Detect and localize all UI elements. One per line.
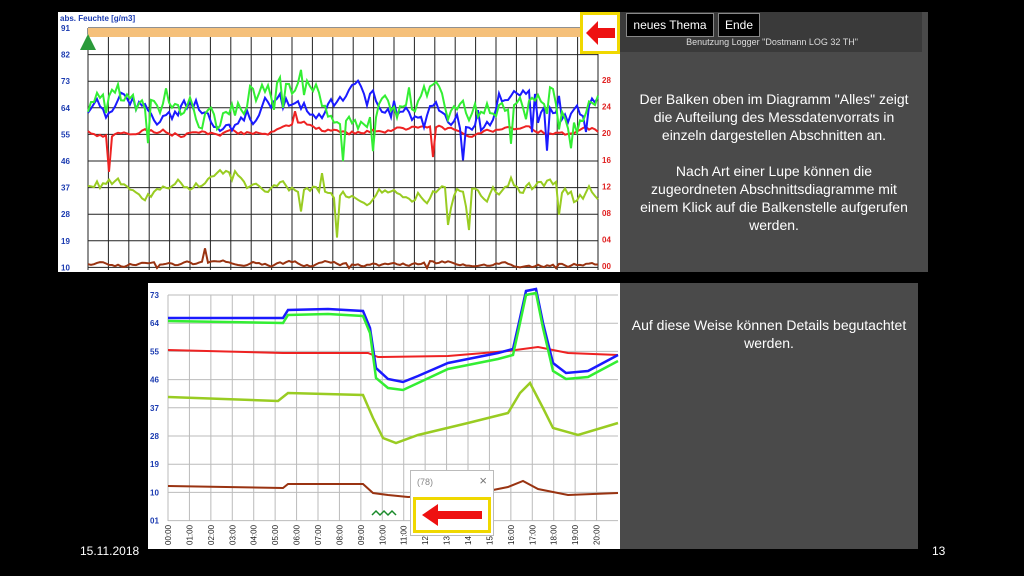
y2-tick-label: 28 — [602, 76, 611, 85]
time-tick-label: 17:00 — [528, 524, 537, 545]
y2-tick-label: 00 — [602, 262, 611, 271]
y-tick-label: 37 — [150, 404, 159, 413]
explanation-panel-bottom: Auf diese Weise können Details begutacht… — [620, 283, 918, 549]
temperature-series-red — [87, 111, 599, 172]
y-tick-label: 37 — [61, 184, 70, 193]
y-tick-label: 73 — [150, 291, 159, 300]
time-tick-label: 02:00 — [207, 524, 216, 545]
dewpoint-series-brown — [87, 248, 598, 271]
time-tick-label: 01:00 — [185, 524, 194, 545]
popup-close-icon[interactable]: × — [479, 473, 487, 488]
segment-popup[interactable]: (78) × — [410, 470, 494, 536]
time-tick-label: 00:00 — [164, 524, 173, 545]
popup-title: (78) — [417, 477, 434, 487]
time-tick-label: 04:00 — [250, 524, 259, 545]
time-tick-label: 16:00 — [507, 524, 516, 545]
time-tick-label: 09:00 — [357, 524, 366, 545]
chart-axis-title: abs. Feuchte [g/m3] — [60, 14, 135, 23]
explanation-text-2: Nach Art einer Lupe können die zugeordne… — [640, 163, 908, 233]
y2-tick-label: 04 — [602, 236, 611, 245]
y-tick-label: 55 — [61, 130, 70, 139]
time-tick-label: 08:00 — [335, 524, 344, 545]
y2-tick-label: 08 — [602, 209, 611, 218]
back-arrow-button-top[interactable] — [580, 12, 620, 54]
time-tick-label: 11:00 — [400, 525, 409, 545]
y-tick-label: 10 — [61, 263, 70, 272]
temperature-series-olive — [167, 380, 619, 445]
temperature-series-olive — [87, 168, 599, 238]
slide-number: 13 — [932, 544, 946, 558]
logger-label: Benutzung Logger "Dostmann LOG 32 TH" — [686, 37, 858, 47]
time-tick-label: 18:00 — [550, 524, 559, 545]
new-topic-button[interactable]: neues Thema — [626, 13, 714, 37]
overview-chart-plot: abs. Feuchte [g/m3] 91 82 73 64 55 46 37 28 19 10… — [60, 14, 611, 272]
y2-tick-label: 24 — [602, 103, 611, 112]
detail-chart[interactable]: 73 64 55 46 37 28 19 10 01 00:00 01:00 02:00 03:00 0… — [148, 283, 620, 549]
y-tick-label: 46 — [150, 376, 159, 385]
y-tick-label: 82 — [61, 51, 70, 60]
y-tick-label: 28 — [150, 432, 159, 441]
left-arrow-icon — [422, 504, 482, 526]
y2-tick-label: 20 — [602, 129, 611, 138]
y-tick-label: 55 — [150, 347, 159, 356]
data-segment-bar[interactable] — [88, 28, 598, 37]
overview-chart[interactable]: abs. Feuchte [g/m3] 91 82 73 64 55 46 37 28 19 10… — [58, 12, 620, 272]
y-tick-label: 19 — [150, 460, 159, 469]
y-tick-label: 46 — [61, 157, 70, 166]
humidity-series-green — [167, 291, 619, 392]
time-tick-label: 19:00 — [571, 524, 580, 545]
y-tick-label: 19 — [61, 237, 70, 246]
segment-marker-icon — [371, 509, 397, 517]
y-tick-label: 73 — [61, 77, 70, 86]
time-tick-label: 05:00 — [271, 524, 280, 545]
time-tick-label: 07:00 — [314, 524, 323, 545]
explanation-panel-top: neues Thema Ende Benutzung Logger "Dostm… — [620, 12, 928, 272]
time-tick-label: 10:00 — [378, 524, 387, 545]
y-tick-label: 28 — [61, 210, 70, 219]
time-tick-label: 20:00 — [593, 524, 602, 545]
y-tick-label: 64 — [61, 104, 70, 113]
dewpoint-series-brown — [167, 479, 619, 499]
time-tick-label: 06:00 — [293, 524, 302, 545]
y-tick-label: 10 — [150, 488, 159, 497]
back-arrow-button-bottom[interactable] — [413, 497, 491, 533]
explanation-text-3: Auf diese Weise können Details begutacht… — [631, 317, 907, 351]
left-arrow-icon — [586, 21, 615, 45]
y-tick-label: 91 — [61, 24, 70, 33]
explanation-text-1: Der Balken oben im Diagramm "Alles" zeig… — [639, 91, 909, 143]
humidity-series-blue — [168, 287, 619, 384]
slide-date: 15.11.2018 — [80, 544, 140, 558]
end-button[interactable]: Ende — [718, 13, 760, 37]
y2-tick-label: 12 — [602, 182, 611, 191]
time-tick-label: 03:00 — [228, 524, 237, 545]
y-tick-label: 01 — [150, 517, 159, 526]
y-tick-label: 64 — [150, 319, 159, 328]
y2-tick-label: 16 — [602, 156, 611, 165]
detail-chart-plot: 73 64 55 46 37 28 19 10 01 00:00 01:00 02:00 03:00 0… — [150, 287, 619, 545]
